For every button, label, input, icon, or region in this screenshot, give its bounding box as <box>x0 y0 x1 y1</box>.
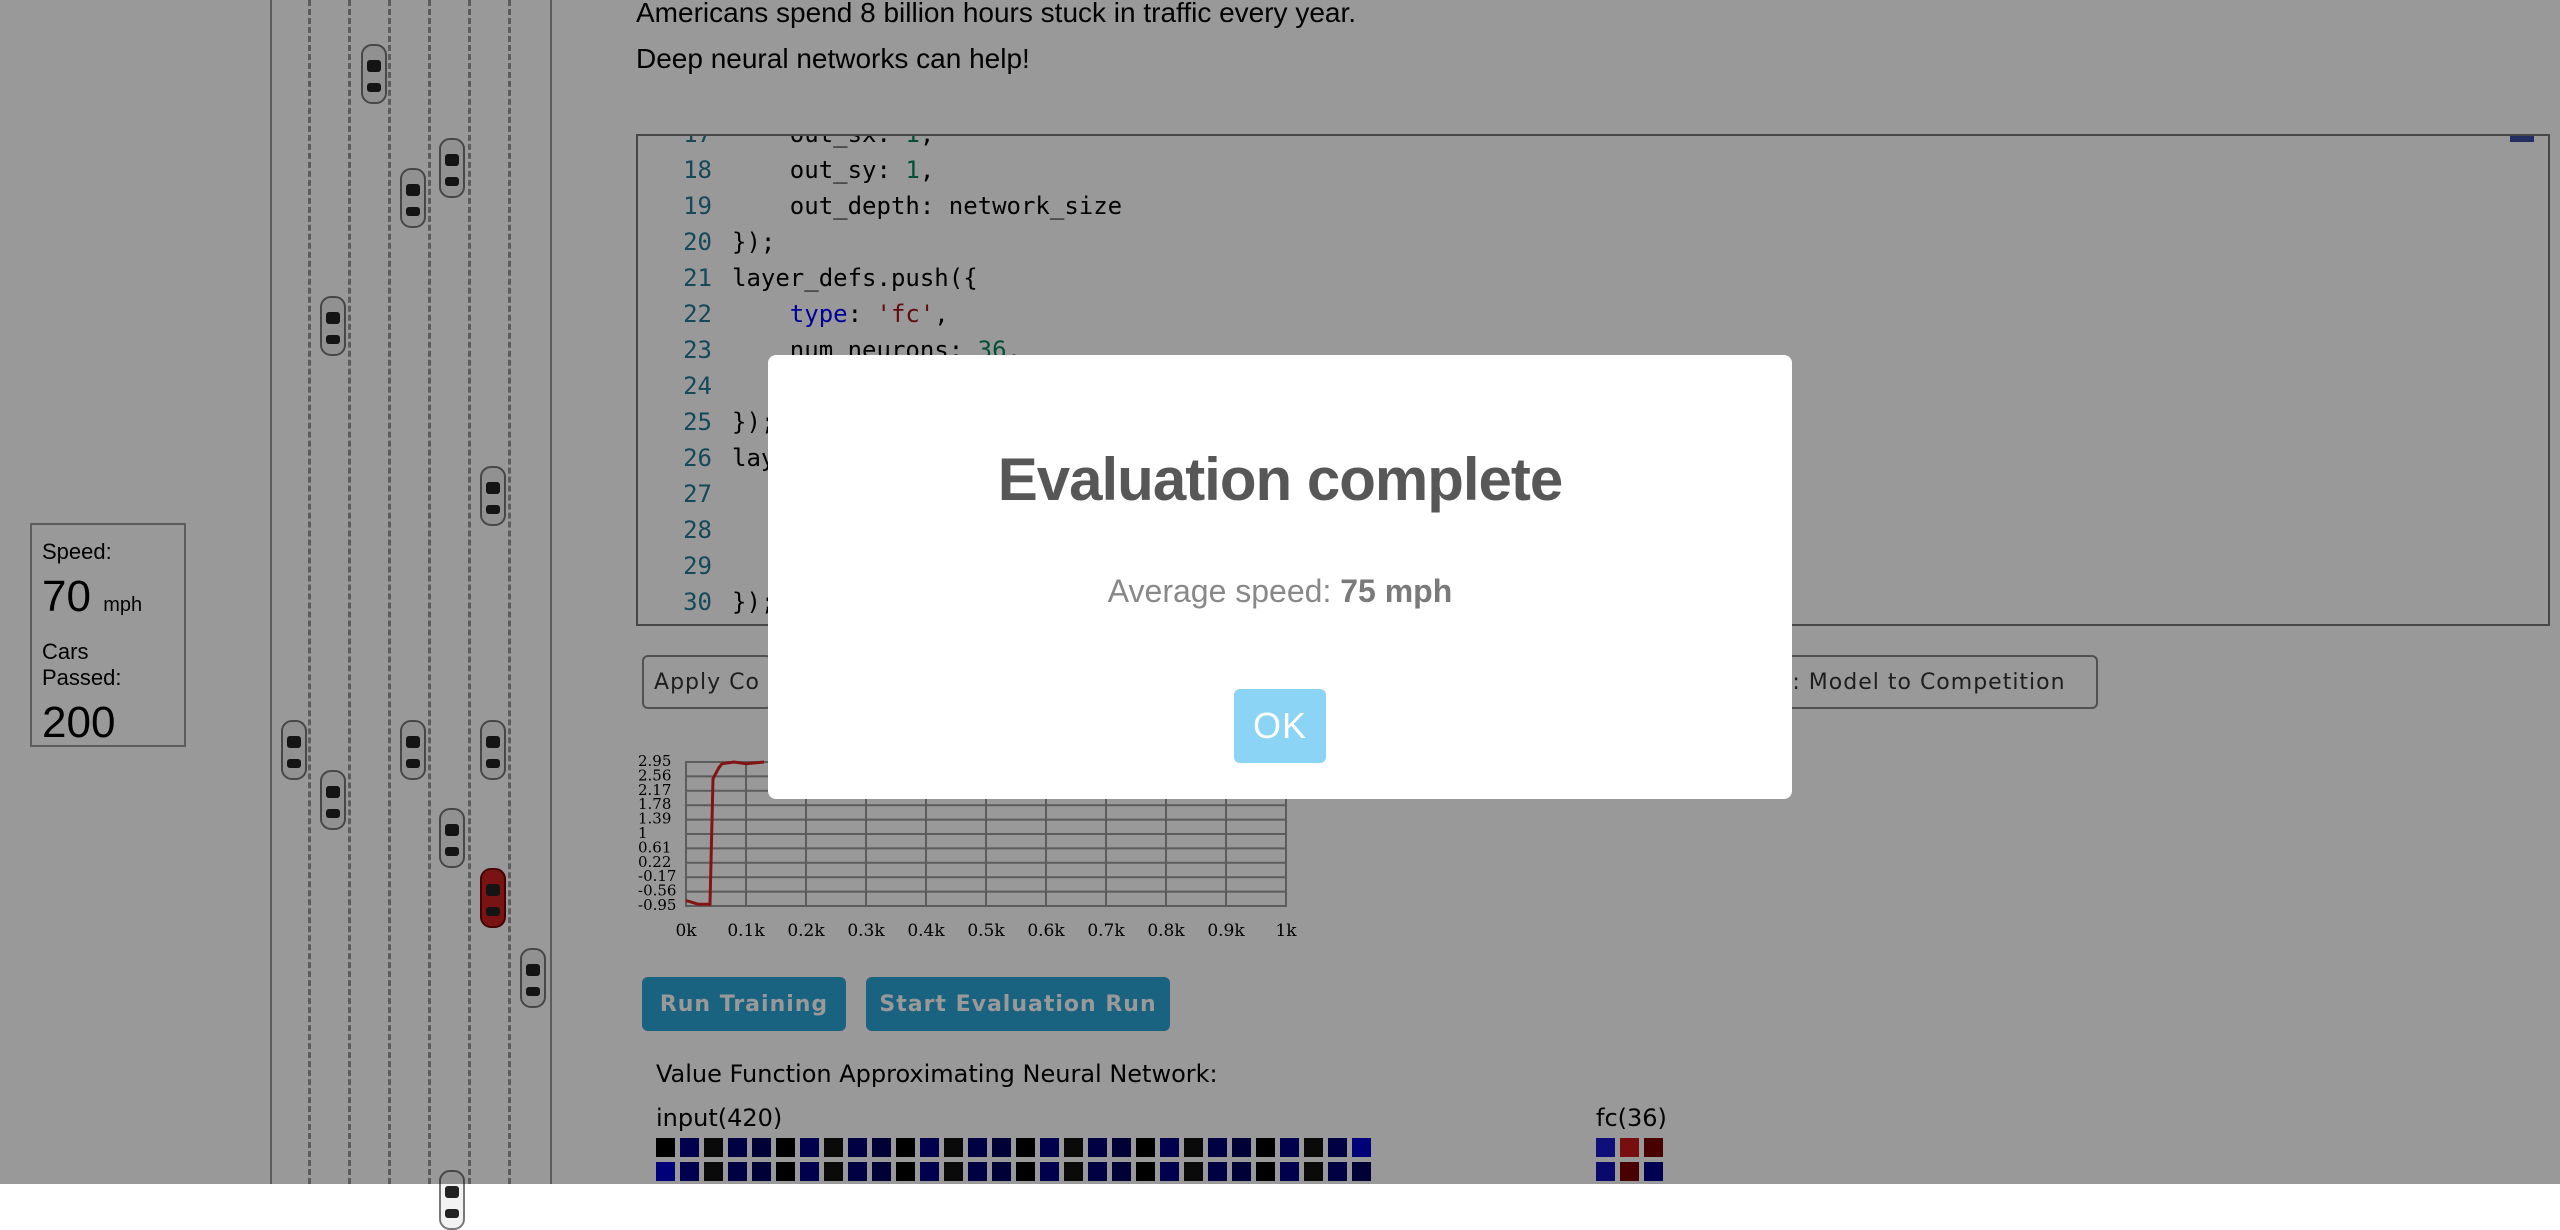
page: Speed: 70 mph Cars Passed: 200 Americans… <box>0 0 2560 1230</box>
average-speed: Average speed: 75 mph <box>768 573 1792 610</box>
modal-title: Evaluation complete <box>997 446 1563 513</box>
average-speed-value: 75 mph <box>1340 573 1453 609</box>
average-speed-label: Average speed: <box>1107 573 1341 609</box>
ok-button[interactable]: OK <box>1234 689 1326 763</box>
evaluation-modal: Evaluation complete Average speed: 75 mp… <box>768 355 1792 799</box>
